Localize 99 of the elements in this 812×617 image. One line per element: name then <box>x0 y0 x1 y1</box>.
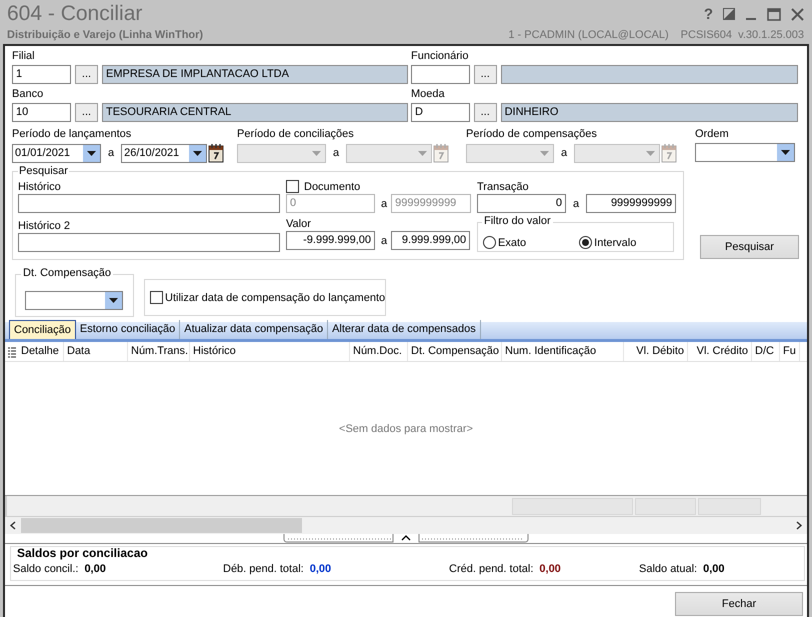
total-value: 0,00 <box>539 563 561 575</box>
column-header[interactable]: Fu <box>780 342 800 361</box>
total-value: 0,00 <box>310 563 332 575</box>
order-dropdown[interactable] <box>695 143 795 162</box>
column-header[interactable]: Núm.Trans. <box>128 342 190 361</box>
checkbox[interactable] <box>150 291 163 304</box>
field-label: Ordem <box>695 128 729 140</box>
field-label: Histórico <box>18 181 61 193</box>
field-label: Valor <box>286 218 311 230</box>
radio-button[interactable] <box>579 236 592 249</box>
field-label: Período de conciliações <box>237 128 354 140</box>
lookup-button[interactable]: ... <box>474 65 497 84</box>
restore-icon[interactable] <box>723 8 735 20</box>
range-separator: a <box>560 147 568 159</box>
column-header[interactable]: Detalhe <box>18 342 64 361</box>
range-separator: a <box>572 198 580 210</box>
tab[interactable]: Estorno conciliação <box>76 320 180 339</box>
code-field[interactable]: D <box>411 103 470 122</box>
search-button[interactable]: Pesquisar <box>700 235 799 259</box>
dropdown-arrow-icon <box>418 150 428 156</box>
total-label: Créd. pend. total: <box>449 563 534 575</box>
dropdown-arrow-icon <box>109 298 118 303</box>
section-title: Saldos por conciliacao <box>16 546 149 560</box>
name-field: TESOURARIA CENTRAL <box>102 103 408 122</box>
column-chooser-icon[interactable] <box>7 344 17 358</box>
calendar-icon[interactable] <box>207 143 226 163</box>
close-button[interactable]: Fechar <box>675 592 803 616</box>
tab[interactable]: Alterar data de compensados <box>328 320 481 339</box>
field-label: Banco <box>12 88 44 100</box>
version-label: PCSIS604 v.30.1.25.003 <box>680 28 804 42</box>
empty-message: <Sem dados para mostrar> <box>339 422 473 434</box>
group-title: Pesquisar <box>18 165 69 177</box>
column-header[interactable]: D/C <box>752 342 780 361</box>
input-field[interactable]: 0 <box>477 194 566 213</box>
tab[interactable]: Atualizar data compensação <box>180 320 328 339</box>
total-value: 0,00 <box>84 563 106 575</box>
input-field[interactable]: -9.999.999,00 <box>286 231 375 250</box>
total-label: Saldo concil.: <box>13 563 78 575</box>
text-field[interactable] <box>18 233 280 252</box>
dropdown-arrow-icon <box>87 150 96 156</box>
code-field[interactable]: 1 <box>12 65 71 84</box>
dropdown-arrow-icon <box>312 150 321 156</box>
name-field: DINHEIRO <box>500 103 798 122</box>
text-field[interactable] <box>18 194 280 213</box>
radio-button[interactable] <box>483 236 496 249</box>
date-picker[interactable]: 01/01/2021 <box>12 144 101 162</box>
code-field[interactable] <box>411 65 470 84</box>
maximize-icon[interactable] <box>767 8 781 20</box>
field-label: Funcionário <box>411 50 468 62</box>
field-label: Filial <box>12 50 35 62</box>
window-title: 604 - Conciliar <box>7 2 142 26</box>
dropdown-arrow-icon <box>193 150 202 156</box>
range-separator: a <box>107 147 116 159</box>
name-field: EMPRESA DE IMPLANTACAO LTDA <box>102 65 408 84</box>
range-separator: a <box>380 234 388 246</box>
subtitle: Distribuição e Varejo (Linha WinThor) <box>7 28 204 42</box>
column-header[interactable]: Dt. Compensação <box>408 342 502 361</box>
horizontal-scrollbar[interactable] <box>5 517 807 534</box>
total-label: Déb. pend. total: <box>223 563 304 575</box>
column-header[interactable]: Num. Identificação <box>502 342 624 361</box>
column-header[interactable]: Data <box>64 342 128 361</box>
help-button[interactable]: ? <box>704 6 713 22</box>
column-header[interactable]: Vl. Crédito <box>688 342 752 361</box>
input-field[interactable]: 9.999.999,00 <box>391 231 470 250</box>
dropdown-arrow-icon <box>781 150 790 155</box>
total-value: 0,00 <box>703 563 725 575</box>
checkbox-label: Documento <box>304 180 360 192</box>
checkbox[interactable] <box>286 180 299 193</box>
splitter-handle[interactable] <box>283 534 529 543</box>
input-field[interactable]: 9999999999 <box>586 194 676 213</box>
radio-label: Intervalo <box>594 236 636 248</box>
date-picker[interactable]: 26/10/2021 <box>121 144 208 162</box>
close-icon[interactable] <box>791 8 804 20</box>
date-dropdown[interactable] <box>25 291 123 310</box>
code-field[interactable]: 10 <box>12 103 71 122</box>
checkbox-label: Utilizar data de compensação do lançamento <box>165 292 386 304</box>
input-field[interactable]: 9999999999 <box>391 194 472 213</box>
column-header[interactable]: Núm.Doc. <box>350 342 408 361</box>
input-field[interactable]: 0 <box>286 194 375 213</box>
field-label: Histórico 2 <box>18 220 70 232</box>
field-label: Transação <box>477 181 529 193</box>
lookup-button[interactable]: ... <box>75 65 98 84</box>
total-label: Saldo atual: <box>639 563 698 575</box>
column-header[interactable]: Vl. Débito <box>624 342 688 361</box>
lookup-button[interactable]: ... <box>474 103 497 122</box>
group-title: Filtro do valor <box>482 215 553 227</box>
range-separator: a <box>332 147 340 159</box>
group-title: Dt. Compensação <box>21 267 114 279</box>
range-separator: a <box>380 198 388 210</box>
radio-label: Exato <box>498 236 526 248</box>
field-label: Período de compensações <box>466 128 597 140</box>
field-label: Moeda <box>411 88 445 100</box>
lookup-button[interactable]: ... <box>75 103 98 122</box>
dropdown-arrow-icon <box>646 150 656 156</box>
tab[interactable]: Conciliação <box>9 320 76 339</box>
user-info: 1 - PCADMIN (LOCAL@LOCAL) <box>508 28 669 42</box>
column-header[interactable]: Histórico <box>190 342 350 361</box>
dropdown-arrow-icon <box>540 150 549 156</box>
field-label: Período de lançamentos <box>12 128 132 140</box>
